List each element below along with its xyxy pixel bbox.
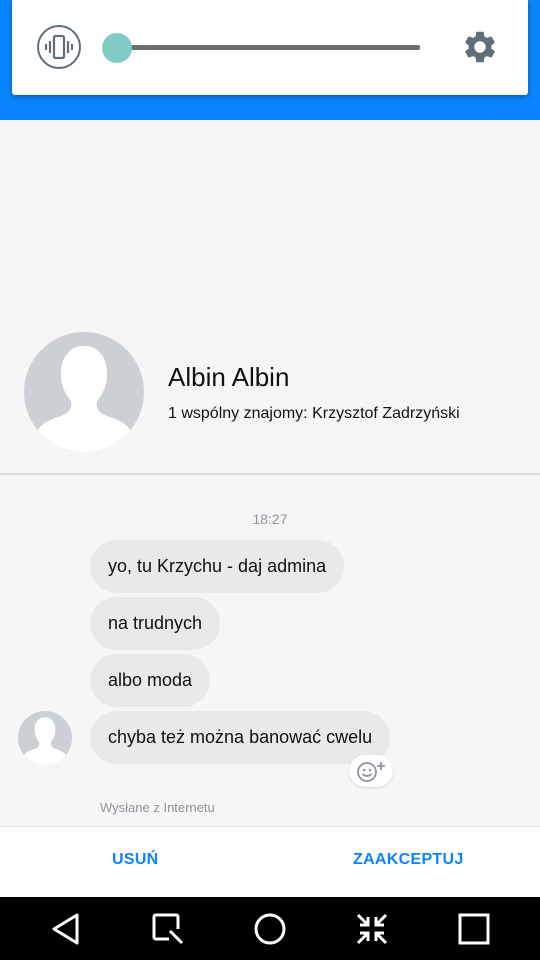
assist-icon[interactable] [143, 905, 193, 953]
volume-panel [12, 0, 528, 95]
recents-icon[interactable] [449, 905, 499, 953]
message-bubble[interactable]: yo, tu Krzychu - daj admina [90, 540, 345, 593]
message-bubble[interactable]: chyba też można banować cwelu [90, 711, 391, 764]
request-action-bar: USUŃ ZAAKCEPTUJ [0, 826, 540, 897]
system-navigation-bar [0, 897, 540, 960]
accept-button[interactable]: ZAAKCEPTUJ [353, 851, 464, 869]
vibrate-icon[interactable] [37, 25, 81, 69]
mutual-friends[interactable]: 1 wspólny znajomy: Krzysztof Zadrzyński [168, 405, 460, 423]
delete-button[interactable]: USUŃ [112, 851, 159, 869]
sender-avatar[interactable] [18, 711, 72, 765]
volume-slider-track[interactable] [116, 45, 420, 50]
message-bubble[interactable]: albo moda [90, 654, 211, 707]
home-icon[interactable] [245, 905, 295, 953]
person-silhouette-icon[interactable] [24, 332, 144, 452]
divider [0, 473, 540, 475]
back-icon[interactable] [41, 905, 91, 953]
volume-slider-thumb[interactable] [102, 33, 132, 63]
collapse-icon[interactable] [347, 905, 397, 953]
profile-name[interactable]: Albin Albin [168, 362, 289, 393]
sent-from-label: Wysłane z Internetu [100, 800, 215, 815]
add-reaction-icon[interactable] [349, 755, 393, 787]
message-timestamp: 18:27 [252, 511, 288, 527]
message-bubble[interactable]: na trudnych [90, 597, 221, 650]
gear-icon[interactable] [460, 27, 500, 67]
